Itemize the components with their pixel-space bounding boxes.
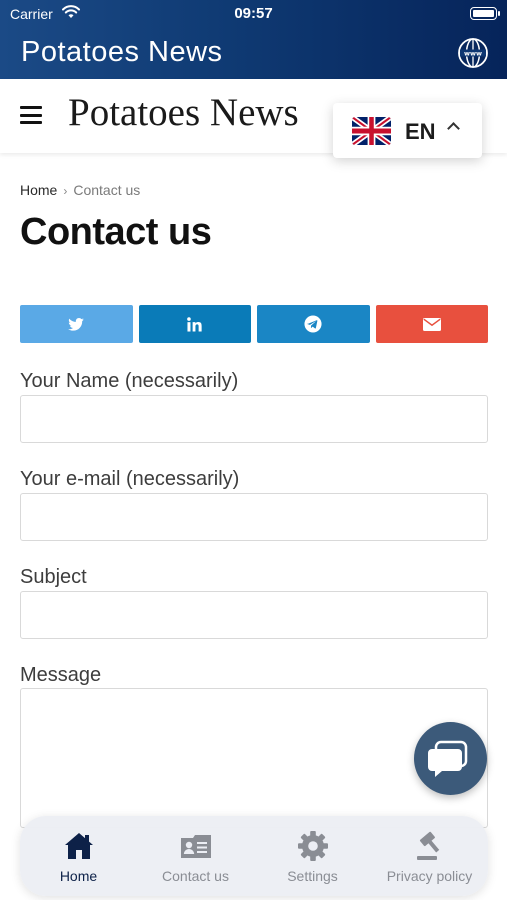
twitter-icon xyxy=(68,317,85,331)
app-title: Potatoes News xyxy=(21,36,223,68)
contact-card-icon xyxy=(180,835,211,858)
app-bar: Carrier 09:57 Potatoes News www xyxy=(0,0,507,79)
subject-field[interactable] xyxy=(20,591,488,639)
email-field[interactable] xyxy=(20,493,488,541)
share-linkedin-button[interactable] xyxy=(138,305,251,343)
name-field[interactable] xyxy=(20,395,488,443)
share-telegram-button[interactable] xyxy=(257,305,370,343)
site-logo[interactable]: Potatoes News xyxy=(68,90,299,135)
share-twitter-button[interactable] xyxy=(20,305,133,343)
svg-text:www: www xyxy=(464,49,482,57)
email-label: Your e-mail (necessarily) xyxy=(20,468,240,490)
gear-icon xyxy=(297,831,328,861)
chat-button[interactable] xyxy=(414,722,487,795)
nav-item-home[interactable]: Home xyxy=(20,816,137,896)
home-icon xyxy=(64,833,93,859)
uk-flag-icon xyxy=(352,117,391,145)
message-label: Message xyxy=(20,664,102,686)
share-email-button[interactable] xyxy=(375,305,488,343)
chevron-right-icon: › xyxy=(63,184,68,198)
status-time: 09:57 xyxy=(234,5,273,22)
nav-item-contact-us[interactable]: Contact us xyxy=(137,816,254,896)
language-selector[interactable]: EN xyxy=(333,103,482,158)
linkedin-icon xyxy=(187,316,202,332)
page-title: Contact us xyxy=(20,211,212,253)
battery-icon xyxy=(470,7,500,20)
subject-label: Subject xyxy=(20,566,87,588)
chevron-up-icon xyxy=(447,122,460,135)
nav-label-contact-us: Contact us xyxy=(162,868,229,884)
status-bar: Carrier 09:57 xyxy=(0,0,507,28)
name-label: Your Name (necessarily) xyxy=(20,370,239,392)
nav-label-home: Home xyxy=(59,868,98,884)
share-buttons xyxy=(20,305,488,343)
breadcrumb-current: Contact us xyxy=(73,182,141,198)
bottom-nav: Home Contact us Settings Privacy policy xyxy=(20,816,488,896)
nav-item-settings[interactable]: Settings xyxy=(254,816,371,896)
language-code: EN xyxy=(405,119,436,144)
telegram-icon xyxy=(304,315,322,333)
nav-label-settings: Settings xyxy=(287,868,338,884)
breadcrumb-home-link[interactable]: Home xyxy=(20,182,57,198)
breadcrumb: Home › Contact us xyxy=(20,182,140,198)
email-icon xyxy=(422,317,441,331)
menu-icon[interactable] xyxy=(20,106,42,124)
nav-item-privacy-policy[interactable]: Privacy policy xyxy=(371,816,488,896)
nav-label-privacy-policy: Privacy policy xyxy=(386,868,473,884)
gavel-icon xyxy=(416,831,439,860)
chat-bubble-icon xyxy=(428,740,468,777)
globe-www-icon[interactable]: www xyxy=(457,37,489,69)
